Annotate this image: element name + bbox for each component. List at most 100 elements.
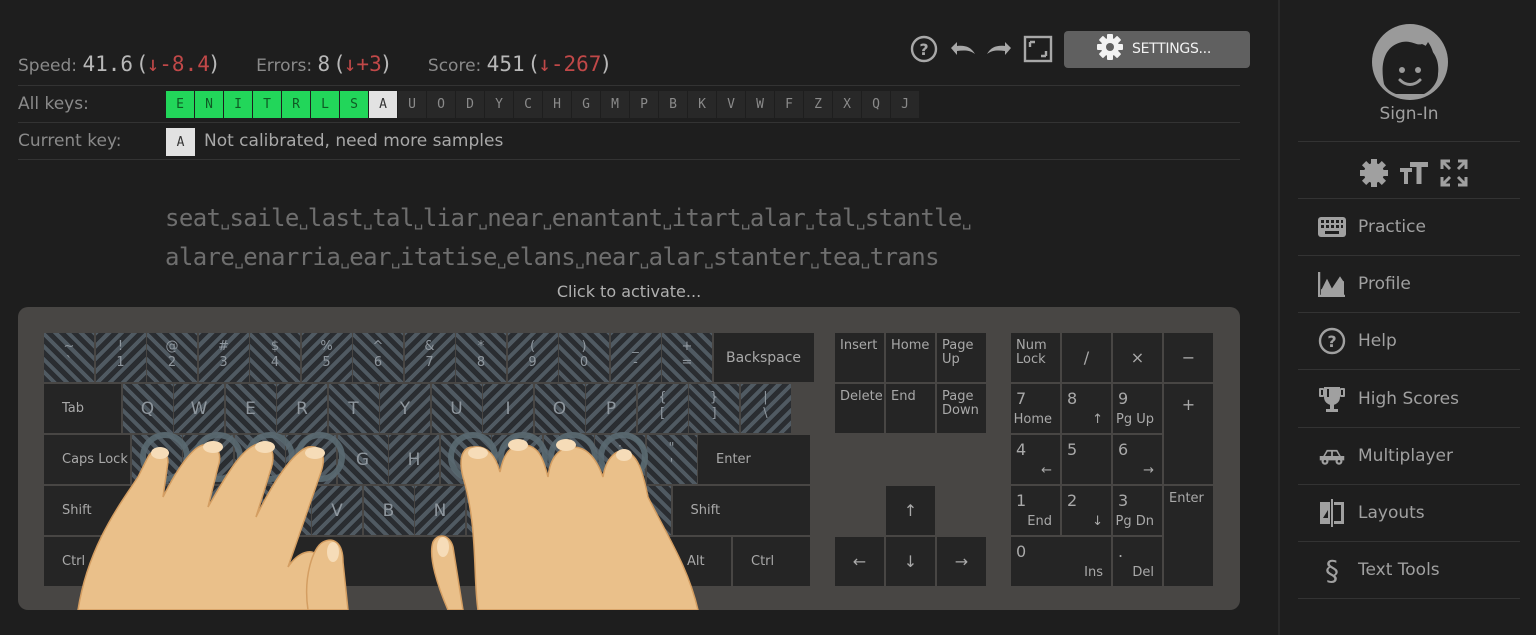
- key-u[interactable]: U: [431, 384, 482, 433]
- key-5[interactable]: % 5: [301, 333, 352, 382]
- key-arrow-down[interactable]: ↓: [886, 537, 935, 586]
- key-num-7[interactable]: 7 Home: [1011, 384, 1060, 433]
- key-0[interactable]: ) 0: [559, 333, 609, 382]
- key-w[interactable]: W: [174, 384, 224, 433]
- key-sym[interactable]: }]: [689, 384, 739, 433]
- key--[interactable]: _ -: [610, 333, 661, 382]
- key-num-multiply[interactable]: ×: [1113, 333, 1162, 382]
- key-num-3[interactable]: 3 Pg Dn: [1113, 486, 1162, 535]
- key-sym[interactable]: <,: [518, 486, 568, 535]
- key-b[interactable]: B: [363, 486, 414, 535]
- key-enter[interactable]: Enter: [698, 435, 810, 484]
- key-9[interactable]: (9: [507, 333, 558, 382]
- key-num-enter[interactable]: Enter: [1164, 486, 1213, 586]
- key-backspace[interactable]: Backspace: [713, 333, 814, 382]
- sidebar-item-high-scores[interactable]: High Scores: [1298, 371, 1520, 427]
- key-v[interactable]: V: [312, 486, 362, 535]
- undo-icon[interactable]: [946, 33, 978, 65]
- key-delete[interactable]: Delete: [835, 384, 884, 433]
- sidebar-item-multiplayer[interactable]: Multiplayer: [1298, 428, 1520, 484]
- sidebar-item-layouts[interactable]: Layouts: [1298, 485, 1520, 541]
- activate-hint[interactable]: Click to activate...: [0, 282, 1258, 301]
- key-=[interactable]: + =: [662, 333, 712, 382]
- key-s[interactable]: S: [183, 435, 233, 484]
- key-t[interactable]: T: [328, 384, 379, 433]
- sidebar-item-text-tools[interactable]: § Text Tools: [1298, 542, 1520, 598]
- key-num-lock[interactable]: Num Lock: [1011, 333, 1060, 382]
- settings-button[interactable]: SETTINGS...: [1064, 30, 1250, 68]
- sidebar-item-profile[interactable]: Profile: [1298, 256, 1520, 312]
- key-tab[interactable]: Tab: [44, 384, 121, 433]
- sidebar-item-practice[interactable]: Practice: [1298, 199, 1520, 255]
- key-space[interactable]: [249, 537, 668, 586]
- key-j[interactable]: J: [440, 435, 491, 484]
- key-num-divide[interactable]: /: [1062, 333, 1111, 382]
- key-4[interactable]: $4: [250, 333, 300, 382]
- key-home[interactable]: Home: [886, 333, 935, 382]
- key-num-1[interactable]: 1 End: [1011, 486, 1060, 535]
- key-sym[interactable]: | \: [740, 384, 791, 433]
- key-n[interactable]: N: [415, 486, 465, 535]
- practice-text[interactable]: seat␣saile␣last␣tal␣liar␣near␣enantant␣i…: [165, 200, 972, 278]
- theme-toggle-icon[interactable]: [1358, 157, 1390, 189]
- key-e[interactable]: E: [225, 384, 276, 433]
- key-meta-left[interactable]: [122, 537, 185, 586]
- key-shift-right[interactable]: Shift: [672, 486, 810, 535]
- key-ctrl-left[interactable]: Ctrl: [44, 537, 121, 586]
- key-1[interactable]: ! 1: [95, 333, 146, 382]
- key-arrow-right[interactable]: →: [937, 537, 986, 586]
- key-f[interactable]: F: [286, 435, 336, 484]
- key-end[interactable]: End: [886, 384, 935, 433]
- key-i[interactable]: I: [483, 384, 533, 433]
- key-sym[interactable]: ? /: [621, 486, 671, 535]
- key-num-0[interactable]: 0 Ins: [1011, 537, 1111, 586]
- key-num-5[interactable]: 5: [1062, 435, 1111, 484]
- key-alt-right[interactable]: Alt: [669, 537, 731, 586]
- key-r[interactable]: R: [277, 384, 327, 433]
- key-d[interactable]: D: [234, 435, 285, 484]
- key-a[interactable]: A: [131, 435, 182, 484]
- key-num-4[interactable]: 4 ←: [1011, 435, 1060, 484]
- key-ctrl-right[interactable]: Ctrl: [733, 537, 810, 586]
- key-k[interactable]: K: [492, 435, 542, 484]
- key-insert[interactable]: Insert: [835, 333, 884, 382]
- fullscreen-icon[interactable]: [1438, 157, 1470, 189]
- key-num-2[interactable]: 2 ↓: [1062, 486, 1111, 535]
- key-sym[interactable]: " ': [646, 435, 697, 484]
- sidebar-item-help[interactable]: ? Help: [1298, 313, 1520, 369]
- key-h[interactable]: H: [389, 435, 439, 484]
- key-y[interactable]: Y: [380, 384, 430, 433]
- key-m[interactable]: M: [466, 486, 517, 535]
- key-num-dot[interactable]: . Del: [1113, 537, 1162, 586]
- key-num-8[interactable]: 8 ↑: [1062, 384, 1111, 433]
- key-alt-left[interactable]: Alt: [186, 537, 248, 586]
- key-7[interactable]: & 7: [404, 333, 455, 382]
- key-sym[interactable]: :;: [595, 435, 645, 484]
- key-arrow-up[interactable]: ↑: [886, 486, 935, 535]
- key-page-up[interactable]: Page Up: [937, 333, 986, 382]
- key-p[interactable]: P: [586, 384, 636, 433]
- key-shift-left[interactable]: Shift: [44, 486, 156, 535]
- key-2[interactable]: @2: [147, 333, 197, 382]
- key-num-6[interactable]: 6 →: [1113, 435, 1162, 484]
- key-sym[interactable]: {[: [637, 384, 688, 433]
- key-z[interactable]: Z: [157, 486, 208, 535]
- redo-icon[interactable]: [984, 33, 1016, 65]
- key-o[interactable]: O: [534, 384, 585, 433]
- key-num-9[interactable]: 9 Pg Up: [1113, 384, 1162, 433]
- key-x[interactable]: X: [209, 486, 259, 535]
- font-size-icon[interactable]: [1398, 157, 1430, 189]
- key-arrow-left[interactable]: ←: [835, 537, 884, 586]
- key-6[interactable]: ^ 6: [353, 333, 403, 382]
- key-page-down[interactable]: Page Down: [937, 384, 986, 433]
- key-`[interactable]: ~ `: [44, 333, 94, 382]
- key-sym[interactable]: >.: [569, 486, 620, 535]
- help-icon[interactable]: ?: [908, 33, 940, 65]
- key-l[interactable]: L: [543, 435, 594, 484]
- key-q[interactable]: Q: [122, 384, 173, 433]
- key-g[interactable]: G: [337, 435, 388, 484]
- avatar[interactable]: [1372, 24, 1448, 100]
- key-3[interactable]: #3: [198, 333, 249, 382]
- key-8[interactable]: * 8: [456, 333, 506, 382]
- sign-in-link[interactable]: Sign-In: [1280, 104, 1536, 124]
